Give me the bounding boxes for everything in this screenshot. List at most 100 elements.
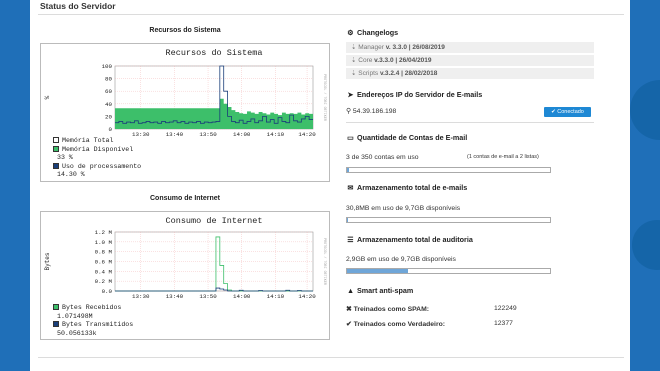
accounts-progress-fill (347, 168, 349, 172)
audit-title-text: Armazenamento total de auditoria (357, 235, 473, 244)
legend-value: 1.071498M (57, 312, 93, 320)
spam-title-text: Smart anti-spam (357, 286, 414, 295)
changelog-name: Scripts (358, 70, 379, 77)
times-icon: ✖ (346, 306, 354, 313)
system-resources-chart: Recursos do Sistema% PROTOCOL / TOBI OETI… (40, 43, 330, 182)
accounts-progress-bar (346, 167, 551, 173)
legend-item: Bytes Recebidos (53, 304, 133, 313)
accounts-note: (1 contas de e-mail a 2 listas) (467, 154, 539, 160)
y-tick-label: 0 (109, 126, 113, 133)
check-icon: ✔ (346, 321, 354, 328)
changelog-version: v. 3.3.0 | 26/08/2019 (385, 44, 445, 51)
legend-label: Memória Disponível (62, 145, 134, 153)
legend-value: 33 % (57, 154, 73, 161)
ip-address-text: 54.39.186.198 (352, 108, 397, 115)
chart-title: Recursos do Sistema (166, 48, 263, 58)
legend-swatch (53, 145, 59, 152)
divider (346, 122, 594, 123)
y-tick-label: 0.0 (102, 288, 113, 295)
audit-usage: 2,9GB em uso de 9,7GB disponíveis (346, 256, 456, 263)
changelogs-title: ⚙ Changelogs (346, 28, 398, 37)
internet-consumption-legend: Bytes Recebidos 1.071498M Bytes Transmit… (53, 304, 133, 338)
spam-title: ▲ Smart anti-spam (346, 286, 413, 295)
storage-title-text: Armazenamento total de e-mails (357, 183, 468, 192)
legend-label: Bytes Transmitidos (62, 321, 134, 328)
chart-title: Consumo de Internet (166, 216, 263, 226)
audit-progress-bar (346, 268, 551, 274)
changelog-item[interactable]: ⇣ Core v.3.3.0 | 26/04/2019 (346, 55, 594, 66)
y-tick-label: 0.6 M (95, 259, 113, 266)
storage-progress-fill (347, 218, 349, 222)
ip-title: ➤ Endereços IP do Servidor de E-mails (346, 90, 482, 99)
x-tick-label: 14:10 (267, 131, 285, 138)
y-tick-label: 20 (105, 113, 112, 120)
x-tick-label: 13:50 (199, 131, 217, 138)
y-axis-label: % (44, 95, 51, 99)
envelope-icon: ✉ (347, 183, 354, 192)
spam-trained-label: Treinados como SPAM: (353, 306, 429, 313)
status-badge-text: Conectado (557, 109, 584, 115)
x-tick-label: 13:40 (166, 293, 184, 300)
legend-value: 14.30 % (57, 171, 85, 178)
accounts-title: ▭ Quantidade de Contas de E-mail (346, 133, 467, 142)
changelog-item[interactable]: ⇣ Manager v. 3.3.0 | 26/08/2019 (346, 42, 594, 53)
legend-swatch (53, 321, 59, 327)
x-tick-label: 13:30 (132, 293, 150, 300)
x-tick-label: 14:20 (298, 293, 316, 300)
legend-label: Uso de processamento (62, 162, 142, 170)
changelog-name: Core (358, 57, 373, 64)
tasks-icon: ☰ (347, 235, 354, 244)
storage-title: ✉ Armazenamento total de e-mails (346, 183, 467, 192)
ham-trained-row: ✔ Treinados como Verdadeiro: (346, 320, 445, 328)
x-tick-label: 13:40 (166, 131, 184, 138)
status-badge: ✔ Conectado (544, 107, 591, 117)
ham-trained-label: Treinados como Verdadeiro: (353, 321, 445, 328)
y-tick-label: 0.8 M (95, 249, 113, 256)
legend-item: Memória Total (53, 137, 141, 146)
x-tick-label: 14:10 (267, 293, 285, 300)
background-decoration (630, 80, 660, 140)
legend-swatch (53, 304, 59, 310)
y-tick-label: 0.2 M (95, 278, 113, 285)
changelogs-title-text: Changelogs (357, 28, 399, 37)
legend-label: Memória Total (62, 137, 114, 144)
warning-icon: ▲ (346, 286, 355, 295)
legend-item: Bytes Transmitidos (53, 321, 133, 330)
system-resources-heading: Recursos do Sistema (149, 27, 221, 34)
panel-title: Status do Servidor (40, 1, 116, 11)
y-tick-label: 60 (105, 88, 112, 95)
side-label: PROTOCOL / TOBI OETIKER (322, 238, 327, 285)
y-tick-label: 40 (105, 101, 112, 108)
y-tick-label: 1.0 M (95, 239, 113, 246)
changelog-name: Manager (358, 44, 384, 51)
storage-progress-bar (346, 217, 551, 223)
divider (38, 14, 624, 15)
y-tick-label: 80 (105, 76, 112, 83)
x-tick-label: 14:00 (233, 293, 251, 300)
side-label: PROTOCOL / TOBI OETIKER (322, 74, 327, 121)
legend-item: Uso de processamento (53, 162, 142, 172)
ham-trained-value: 12377 (494, 320, 513, 327)
location-arrow-icon: ➤ (347, 90, 354, 99)
spam-trained-value: 122249 (494, 305, 517, 312)
x-tick-label: 13:50 (199, 293, 217, 300)
inbox-icon: ▭ (347, 133, 354, 142)
y-tick-label: 100 (102, 63, 113, 70)
changelog-item[interactable]: ⇣ Scripts v.3.2.4 | 28/02/2018 (346, 68, 594, 79)
ip-address: ⚲ 54.39.186.198 (346, 107, 396, 115)
internet-consumption-heading: Consumo de Internet (149, 195, 220, 202)
ip-title-text: Endereços IP do Servidor de E-mails (357, 90, 483, 99)
audit-title: ☰ Armazenamento total de auditoria (346, 235, 473, 244)
y-axis-label: Bytes (44, 252, 51, 270)
audit-progress-fill (347, 269, 408, 273)
changelog-version: v.3.2.4 | 28/02/2018 (379, 70, 438, 77)
system-resources-legend: Memória Total Memória Disponível 33 % Us… (53, 137, 141, 180)
x-tick-label: 14:20 (298, 131, 316, 138)
y-tick-label: 1.2 M (95, 229, 113, 236)
y-tick-label: 0.4 M (95, 268, 113, 275)
background-decoration (632, 220, 660, 270)
legend-swatch (53, 137, 59, 143)
legend-item: Memória Disponível (53, 145, 141, 155)
legend-swatch (53, 162, 59, 169)
divider (38, 357, 624, 358)
